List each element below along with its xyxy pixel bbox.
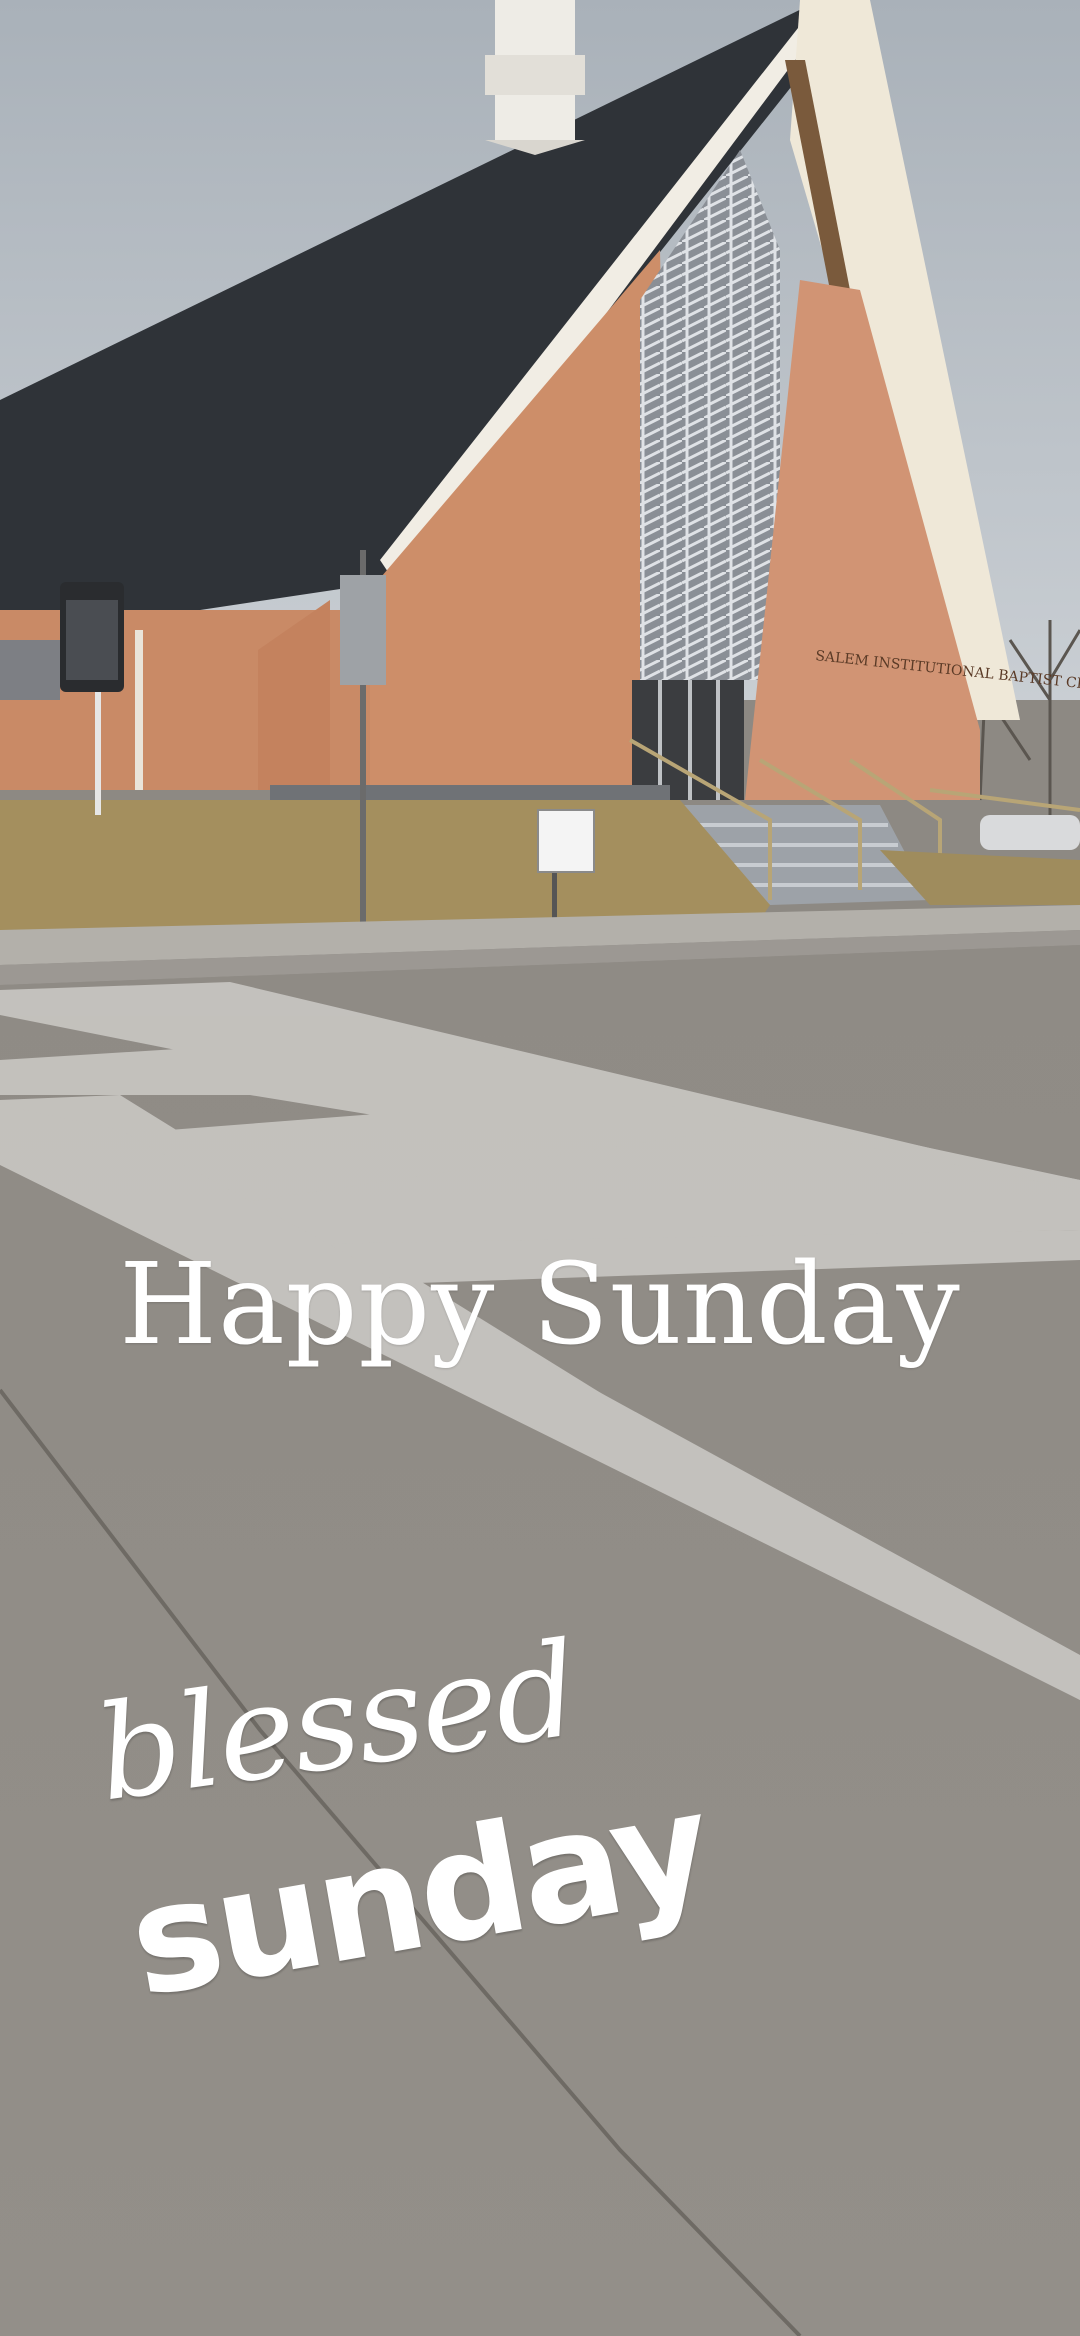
parked-car: [980, 815, 1080, 850]
blessed-sunday-sticker[interactable]: blessed sunday: [78, 1613, 720, 2100]
steeple: [485, 0, 585, 155]
lawn: [0, 800, 770, 930]
happy-sunday-caption: Happy Sunday: [119, 1240, 961, 1370]
